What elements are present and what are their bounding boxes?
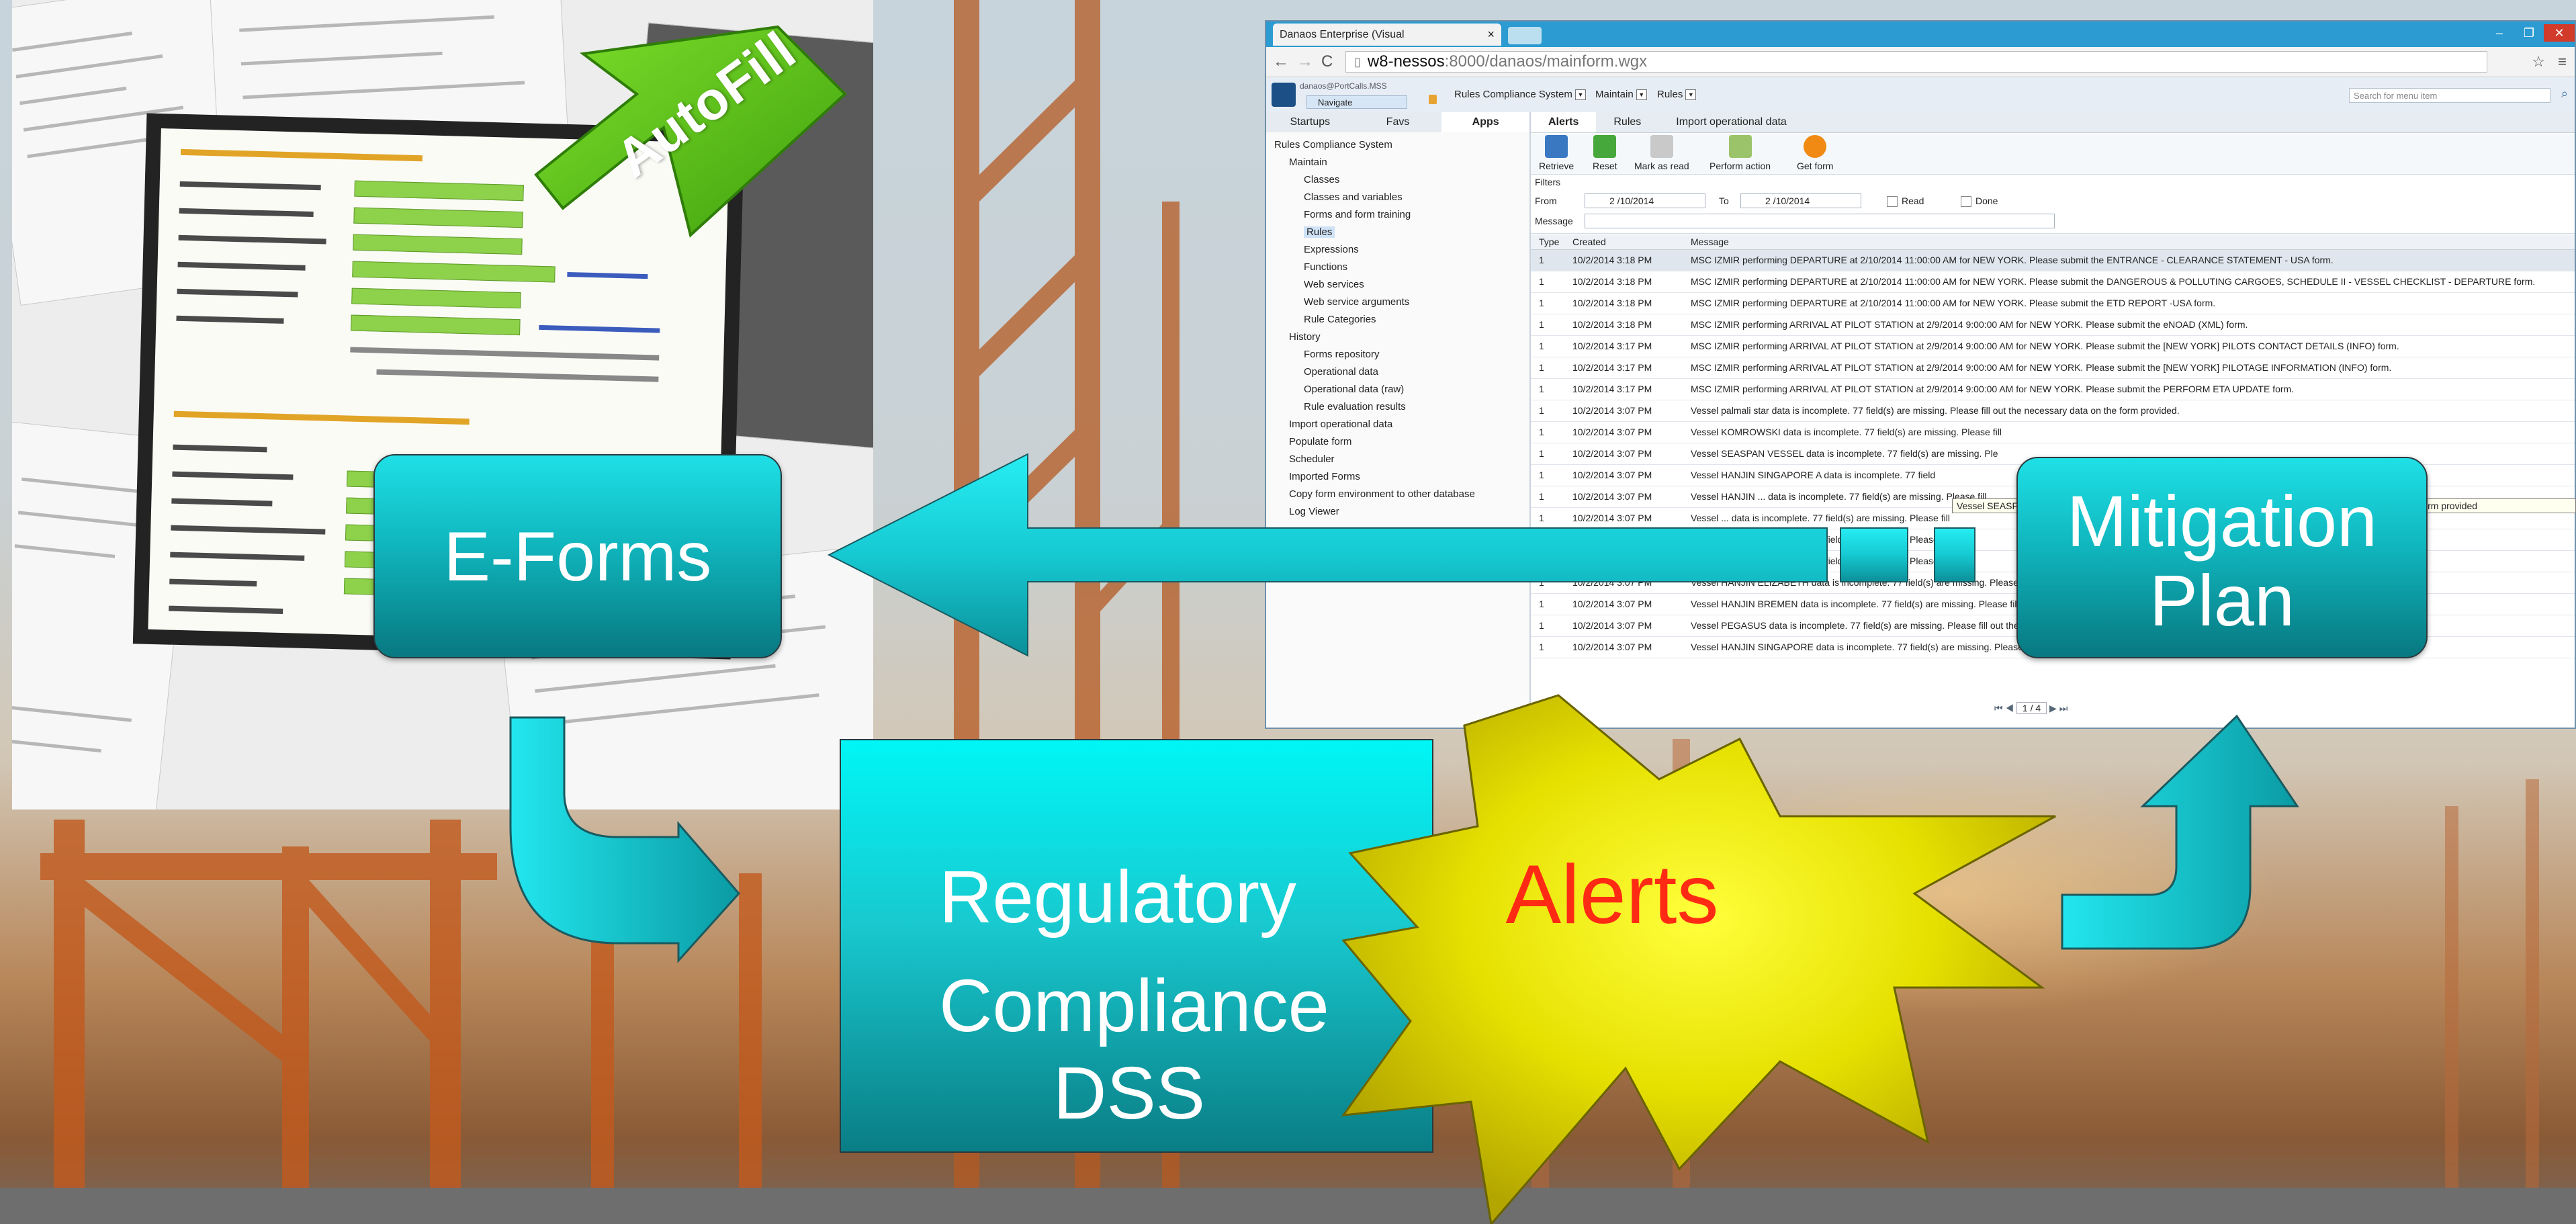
dss-label-line-2: Compliance [939,965,1329,1047]
eforms-label: E-Forms [443,518,712,596]
dss-label-line-1: Regulatory [939,856,1296,938]
mitigation-plan-box: Mitigation Plan [2016,457,2428,658]
mitigation-label-line-2: Plan [2149,560,2295,641]
dss-label-line-3: DSS [1053,1052,1206,1135]
alerts-starburst [1341,694,2056,1224]
arrow-eforms-to-dss [509,716,741,963]
arrow-dss-to-mitigation [2061,714,2299,950]
arrow-mitigation-to-eforms [827,453,1975,657]
mitigation-label-line-1: Mitigation [2066,480,2378,562]
alerts-label: Alerts [1505,848,1719,941]
eforms-box: E-Forms [373,454,782,658]
scene: AutoFill Danaos Enterprise (Visual × – ❐… [0,0,2576,1224]
regulatory-compliance-dss-box: Regulatory Compliance DSS [840,739,1433,1153]
